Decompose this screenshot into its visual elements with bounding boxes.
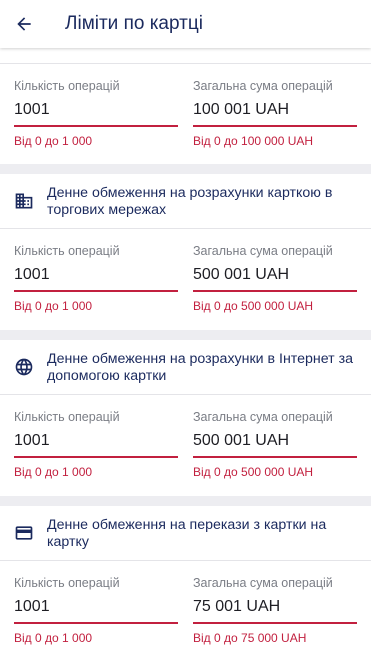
field-underline	[14, 125, 178, 127]
limits-list[interactable]: Кількість операцій 1001 Від 0 до 1 000 З…	[0, 48, 371, 651]
field-label: Загальна сума операцій	[193, 244, 333, 258]
field-hint: Від 0 до 1 000	[14, 134, 93, 148]
field-underline	[14, 622, 178, 624]
globe-icon	[15, 358, 33, 376]
field-value: 1001	[14, 266, 50, 283]
field-label: Загальна сума операцій	[193, 410, 333, 424]
field-value: 1001	[14, 101, 50, 118]
field-hint: Від 0 до 500 000 UAH	[193, 465, 314, 479]
section-title: Денне обмеження на розрахунки в Інтернет…	[47, 351, 353, 384]
section-title: Денне обмеження на перекази з картки на …	[47, 517, 327, 550]
field-underline	[193, 622, 357, 624]
field-value: 500 001 UAH	[193, 432, 290, 449]
limit-card-1: Кількість операцій 1001 Від 0 до 1 000 З…	[0, 48, 371, 164]
field-label: Кількість операцій	[14, 576, 120, 590]
field-hint: Від 0 до 75 000 UAH	[193, 631, 307, 645]
field-value: 500 001 UAH	[193, 266, 290, 283]
divider	[0, 560, 371, 561]
divider	[0, 228, 371, 229]
field-underline	[193, 456, 357, 458]
field-underline	[193, 290, 357, 292]
divider	[0, 394, 371, 395]
arrow-left-icon	[17, 17, 31, 31]
back-button[interactable]	[0, 0, 48, 48]
credit-card-icon	[15, 526, 33, 540]
field-hint: Від 0 до 500 000 UAH	[193, 299, 314, 313]
field-value: 75 001 UAH	[193, 598, 281, 615]
field-hint: Від 0 до 100 000 UAH	[193, 134, 314, 148]
limit-card-retail: Денне обмеження на розрахунки карткою в …	[0, 174, 371, 330]
field-underline	[193, 125, 357, 127]
limit-card-internet: Денне обмеження на розрахунки в Інтернет…	[0, 340, 371, 496]
field-label: Кількість операцій	[14, 410, 120, 424]
store-icon	[15, 193, 33, 209]
field-underline	[14, 290, 178, 292]
field-hint: Від 0 до 1 000	[14, 465, 93, 479]
divider	[0, 63, 371, 64]
field-label: Загальна сума операцій	[193, 79, 333, 93]
page-title: Ліміти по картці	[65, 13, 203, 34]
field-underline	[14, 456, 178, 458]
app-bar: Ліміти по картці	[0, 0, 371, 48]
field-value: 1001	[14, 598, 50, 615]
section-title: Денне обмеження на розрахунки карткою в …	[47, 185, 333, 218]
field-label: Загальна сума операцій	[193, 576, 333, 590]
field-value: 100 001 UAH	[193, 101, 290, 118]
field-value: 1001	[14, 432, 50, 449]
field-hint: Від 0 до 1 000	[14, 299, 93, 313]
field-hint: Від 0 до 1 000	[14, 631, 93, 645]
field-label: Кількість операцій	[14, 244, 120, 258]
limit-card-p2p: Денне обмеження на перекази з картки на …	[0, 506, 371, 651]
field-label: Кількість операцій	[14, 79, 120, 93]
